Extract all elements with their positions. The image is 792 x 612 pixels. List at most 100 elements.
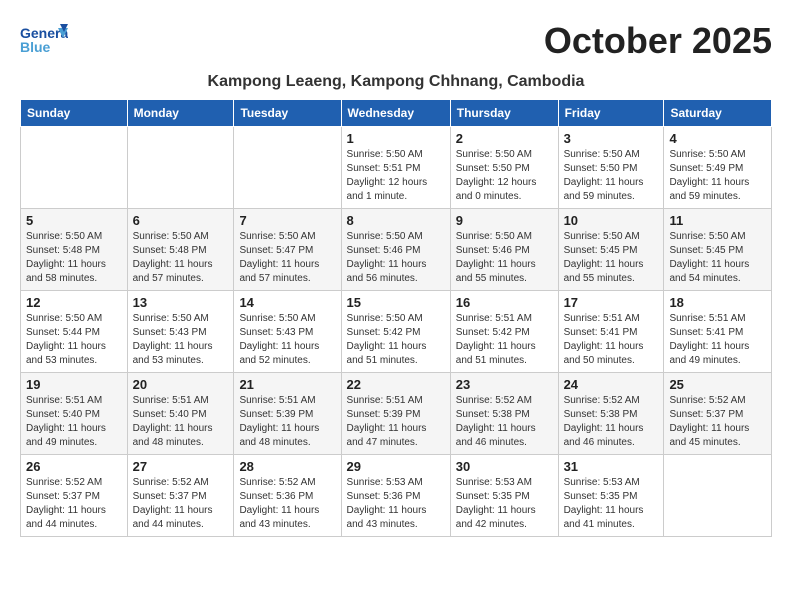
day-number: 30 xyxy=(456,459,553,474)
calendar-cell: 18Sunrise: 5:51 AMSunset: 5:41 PMDayligh… xyxy=(664,291,772,373)
day-info: Sunrise: 5:50 AMSunset: 5:45 PMDaylight:… xyxy=(669,230,766,286)
day-info: Sunrise: 5:51 AMSunset: 5:40 PMDaylight:… xyxy=(26,394,122,450)
day-number: 5 xyxy=(26,213,122,228)
day-info: Sunrise: 5:50 AMSunset: 5:48 PMDaylight:… xyxy=(26,230,122,286)
day-info: Sunrise: 5:50 AMSunset: 5:50 PMDaylight:… xyxy=(456,148,553,204)
calendar-cell: 1 Sunrise: 5:50 AMSunset: 5:51 PMDaylight… xyxy=(341,127,450,209)
day-number: 4 xyxy=(669,131,766,146)
calendar-cell: 10 Sunrise: 5:50 AMSunset: 5:45 PMDayligh… xyxy=(558,209,664,291)
calendar-cell: 22Sunrise: 5:51 AMSunset: 5:39 PMDayligh… xyxy=(341,373,450,455)
calendar-cell: 28 Sunrise: 5:52 AMSunset: 5:36 PMDayligh… xyxy=(234,455,341,537)
calendar-body: 1 Sunrise: 5:50 AMSunset: 5:51 PMDaylight… xyxy=(21,127,772,537)
calendar-cell: 16 Sunrise: 5:51 AMSunset: 5:42 PMDayligh… xyxy=(450,291,558,373)
calendar-cell xyxy=(21,127,128,209)
day-number: 9 xyxy=(456,213,553,228)
day-info: Sunrise: 5:50 AMSunset: 5:46 PMDaylight:… xyxy=(347,230,445,286)
weekday-header: Monday xyxy=(127,100,234,127)
day-number: 20 xyxy=(133,377,229,392)
day-info: Sunrise: 5:50 AMSunset: 5:51 PMDaylight:… xyxy=(347,148,445,204)
calendar-cell: 5 Sunrise: 5:50 AMSunset: 5:48 PMDaylight… xyxy=(21,209,128,291)
calendar-cell: 25 Sunrise: 5:52 AMSunset: 5:37 PMDayligh… xyxy=(664,373,772,455)
day-info: Sunrise: 5:50 AMSunset: 5:44 PMDaylight:… xyxy=(26,312,122,368)
calendar-cell: 9Sunrise: 5:50 AMSunset: 5:46 PMDaylight… xyxy=(450,209,558,291)
day-info: Sunrise: 5:53 AMSunset: 5:35 PMDaylight:… xyxy=(564,476,659,532)
day-info: Sunrise: 5:51 AMSunset: 5:40 PMDaylight:… xyxy=(133,394,229,450)
calendar-cell: 13 Sunrise: 5:50 AMSunset: 5:43 PMDayligh… xyxy=(127,291,234,373)
day-number: 22 xyxy=(347,377,445,392)
day-number: 18 xyxy=(669,295,766,310)
day-number: 7 xyxy=(239,213,335,228)
day-number: 11 xyxy=(669,213,766,228)
calendar-cell: 26 Sunrise: 5:52 AMSunset: 5:37 PMDayligh… xyxy=(21,455,128,537)
calendar-cell xyxy=(664,455,772,537)
day-info: Sunrise: 5:51 AMSunset: 5:42 PMDaylight:… xyxy=(456,312,553,368)
svg-text:Blue: Blue xyxy=(20,39,51,55)
day-number: 16 xyxy=(456,295,553,310)
day-number: 25 xyxy=(669,377,766,392)
day-number: 28 xyxy=(239,459,335,474)
calendar-cell: 2 Sunrise: 5:50 AMSunset: 5:50 PMDaylight… xyxy=(450,127,558,209)
day-info: Sunrise: 5:52 AMSunset: 5:37 PMDaylight:… xyxy=(133,476,229,532)
day-number: 31 xyxy=(564,459,659,474)
calendar-cell: 23 Sunrise: 5:52 AMSunset: 5:38 PMDayligh… xyxy=(450,373,558,455)
day-number: 1 xyxy=(347,131,445,146)
day-number: 14 xyxy=(239,295,335,310)
day-number: 6 xyxy=(133,213,229,228)
day-number: 8 xyxy=(347,213,445,228)
calendar-cell: 27 Sunrise: 5:52 AMSunset: 5:37 PMDayligh… xyxy=(127,455,234,537)
day-info: Sunrise: 5:52 AMSunset: 5:38 PMDaylight:… xyxy=(456,394,553,450)
day-info: Sunrise: 5:50 AMSunset: 5:43 PMDaylight:… xyxy=(133,312,229,368)
day-info: Sunrise: 5:50 AMSunset: 5:50 PMDaylight:… xyxy=(564,148,659,204)
calendar-cell: 6Sunrise: 5:50 AMSunset: 5:48 PMDaylight… xyxy=(127,209,234,291)
calendar-cell: 3 Sunrise: 5:50 AMSunset: 5:50 PMDaylight… xyxy=(558,127,664,209)
month-title: October 2025 xyxy=(544,20,772,62)
day-info: Sunrise: 5:50 AMSunset: 5:49 PMDaylight:… xyxy=(669,148,766,204)
day-number: 12 xyxy=(26,295,122,310)
calendar-cell: 4 Sunrise: 5:50 AMSunset: 5:49 PMDaylight… xyxy=(664,127,772,209)
weekday-header: Wednesday xyxy=(341,100,450,127)
calendar-cell: 19Sunrise: 5:51 AMSunset: 5:40 PMDayligh… xyxy=(21,373,128,455)
day-info: Sunrise: 5:51 AMSunset: 5:41 PMDaylight:… xyxy=(564,312,659,368)
day-number: 26 xyxy=(26,459,122,474)
location-title: Kampong Leaeng, Kampong Chhnang, Cambodi… xyxy=(20,73,772,91)
day-number: 29 xyxy=(347,459,445,474)
day-info: Sunrise: 5:51 AMSunset: 5:39 PMDaylight:… xyxy=(239,394,335,450)
calendar-header: SundayMondayTuesdayWednesdayThursdayFrid… xyxy=(21,100,772,127)
day-info: Sunrise: 5:52 AMSunset: 5:38 PMDaylight:… xyxy=(564,394,659,450)
day-info: Sunrise: 5:50 AMSunset: 5:42 PMDaylight:… xyxy=(347,312,445,368)
day-number: 2 xyxy=(456,131,553,146)
logo-icon: General Blue xyxy=(20,20,68,60)
day-number: 13 xyxy=(133,295,229,310)
day-number: 15 xyxy=(347,295,445,310)
weekday-header: Sunday xyxy=(21,100,128,127)
calendar-cell: 21 Sunrise: 5:51 AMSunset: 5:39 PMDayligh… xyxy=(234,373,341,455)
day-info: Sunrise: 5:50 AMSunset: 5:45 PMDaylight:… xyxy=(564,230,659,286)
calendar-cell: 20 Sunrise: 5:51 AMSunset: 5:40 PMDayligh… xyxy=(127,373,234,455)
weekday-header: Thursday xyxy=(450,100,558,127)
logo: General Blue xyxy=(20,20,68,65)
day-info: Sunrise: 5:52 AMSunset: 5:36 PMDaylight:… xyxy=(239,476,335,532)
day-number: 10 xyxy=(564,213,659,228)
day-info: Sunrise: 5:52 AMSunset: 5:37 PMDaylight:… xyxy=(669,394,766,450)
day-number: 21 xyxy=(239,377,335,392)
day-info: Sunrise: 5:50 AMSunset: 5:47 PMDaylight:… xyxy=(239,230,335,286)
day-number: 23 xyxy=(456,377,553,392)
day-number: 17 xyxy=(564,295,659,310)
calendar-cell: 12 Sunrise: 5:50 AMSunset: 5:44 PMDayligh… xyxy=(21,291,128,373)
weekday-header: Tuesday xyxy=(234,100,341,127)
day-info: Sunrise: 5:53 AMSunset: 5:35 PMDaylight:… xyxy=(456,476,553,532)
day-info: Sunrise: 5:50 AMSunset: 5:43 PMDaylight:… xyxy=(239,312,335,368)
day-number: 27 xyxy=(133,459,229,474)
day-info: Sunrise: 5:53 AMSunset: 5:36 PMDaylight:… xyxy=(347,476,445,532)
calendar-cell: 11 Sunrise: 5:50 AMSunset: 5:45 PMDayligh… xyxy=(664,209,772,291)
calendar-cell xyxy=(234,127,341,209)
day-number: 3 xyxy=(564,131,659,146)
calendar-cell: 8 Sunrise: 5:50 AMSunset: 5:46 PMDaylight… xyxy=(341,209,450,291)
calendar: SundayMondayTuesdayWednesdayThursdayFrid… xyxy=(20,99,772,537)
calendar-cell: 24Sunrise: 5:52 AMSunset: 5:38 PMDayligh… xyxy=(558,373,664,455)
day-info: Sunrise: 5:52 AMSunset: 5:37 PMDaylight:… xyxy=(26,476,122,532)
calendar-cell: 15 Sunrise: 5:50 AMSunset: 5:42 PMDayligh… xyxy=(341,291,450,373)
weekday-header: Saturday xyxy=(664,100,772,127)
calendar-cell xyxy=(127,127,234,209)
title-section: October 2025 xyxy=(544,20,772,62)
